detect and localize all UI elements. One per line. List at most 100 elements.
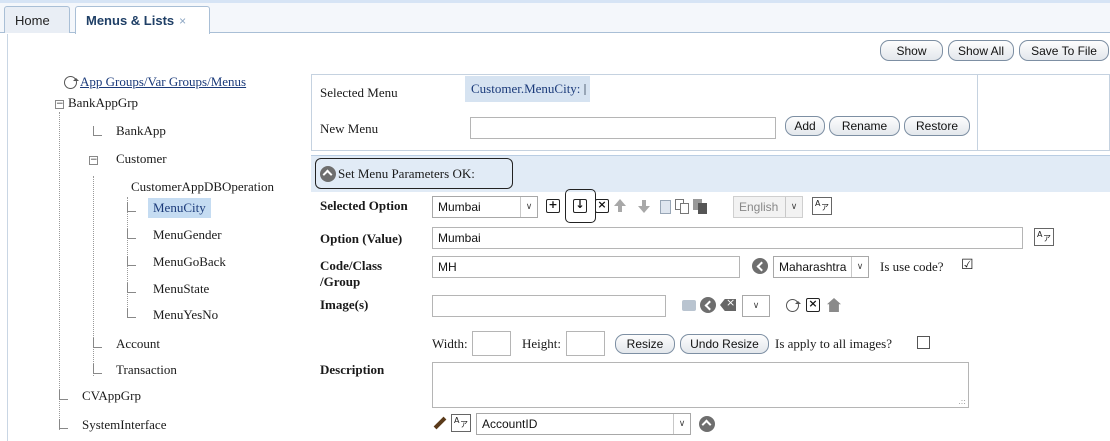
group-select[interactable]: Maharashtra ∨ xyxy=(773,256,869,278)
translate-icon[interactable]: Aア xyxy=(451,414,471,432)
height-input[interactable] xyxy=(566,331,605,356)
tree-connector xyxy=(127,283,136,293)
collapse-bankappgrp-icon[interactable]: − xyxy=(55,100,64,109)
chevron-down-icon: ∨ xyxy=(785,197,802,217)
images-label: Image(s) xyxy=(320,297,369,312)
tree-root-link[interactable]: App Groups/Var Groups/Menus xyxy=(80,74,246,90)
collapse-icon[interactable] xyxy=(699,416,715,432)
translate-icon[interactable]: Aア xyxy=(1034,228,1054,246)
tree-node-bankapp[interactable]: BankApp xyxy=(116,123,166,139)
description-textarea[interactable]: .:: xyxy=(432,362,969,408)
chevron-down-icon: ∨ xyxy=(520,197,537,217)
option-value-label: Option (Value) xyxy=(320,231,403,246)
tree-node-menu-gender[interactable]: MenuGender xyxy=(153,227,222,243)
refresh-icon[interactable] xyxy=(786,299,801,312)
field-select-value: AccountID xyxy=(482,417,538,431)
tree-node-system-interface[interactable]: SystemInterface xyxy=(82,417,166,433)
tree-node-bankappgrp[interactable]: BankAppGrp xyxy=(68,95,138,111)
tree-node-menu-yesno[interactable]: MenuYesNo xyxy=(153,307,218,323)
description-label: Description xyxy=(320,362,385,377)
tree-connector xyxy=(127,256,136,266)
move-up-icon[interactable] xyxy=(614,199,626,212)
add-option-icon[interactable]: + xyxy=(546,199,560,213)
resize-grip-icon[interactable]: .:: xyxy=(958,397,966,406)
new-menu-input[interactable] xyxy=(470,117,776,139)
paste-icon[interactable] xyxy=(693,199,707,214)
section-title-text: Set Menu Parameters xyxy=(338,165,450,181)
document-icon[interactable] xyxy=(584,83,587,95)
tab-home[interactable]: Home xyxy=(4,6,70,33)
back-arrow-icon[interactable] xyxy=(700,297,716,313)
code-class-label-line2: /Group xyxy=(320,274,361,289)
width-input[interactable] xyxy=(472,331,511,356)
translate-icon[interactable]: Aア xyxy=(812,197,832,215)
height-label: Height: xyxy=(522,336,561,351)
tree-node-transaction[interactable]: Transaction xyxy=(116,362,177,378)
close-tab-icon[interactable]: × xyxy=(179,14,186,28)
set-menu-parameters-header[interactable]: Set Menu Parameters OK: xyxy=(315,158,513,189)
pencil-icon[interactable] xyxy=(432,416,446,430)
document-icon[interactable] xyxy=(660,200,671,214)
copy-icon[interactable] xyxy=(675,199,689,214)
image-input[interactable] xyxy=(432,295,666,317)
tree-guide-line xyxy=(59,112,60,430)
tab-bar: Home Menus & Lists × xyxy=(0,3,1110,34)
collapse-section-icon[interactable] xyxy=(320,165,336,182)
section-status: OK: xyxy=(452,165,475,181)
new-menu-label: New Menu xyxy=(320,121,379,136)
tree-node-customer-db-operation[interactable]: CustomerAppDBOperation xyxy=(131,179,274,195)
tree-root[interactable]: App Groups/Var Groups/Menus xyxy=(64,74,246,90)
tree-node-menu-city[interactable]: MenuCity xyxy=(148,198,211,218)
back-arrow-icon[interactable] xyxy=(752,258,768,274)
resize-button[interactable]: Resize xyxy=(615,334,675,354)
refresh-icon[interactable] xyxy=(64,75,79,89)
tab-menus-lists-label: Menus & Lists xyxy=(86,13,175,28)
tree-node-customer[interactable]: Customer xyxy=(116,151,167,167)
selected-menu-text: Customer.MenuCity: xyxy=(471,81,581,96)
group-select-value: Maharashtra xyxy=(779,260,847,274)
image-select[interactable]: ∨ xyxy=(742,295,770,317)
apply-all-checkbox[interactable] xyxy=(917,336,930,349)
chevron-down-icon: ∨ xyxy=(851,257,868,277)
tree-connector xyxy=(127,202,136,212)
tab-menus-lists[interactable]: Menus & Lists × xyxy=(75,6,210,34)
show-all-button[interactable]: Show All xyxy=(948,40,1014,61)
move-down-icon[interactable] xyxy=(638,200,650,213)
is-use-code-checkbox[interactable]: ☑ xyxy=(961,257,974,273)
is-use-code-label: Is use code? xyxy=(880,259,944,274)
apply-all-label: Is apply to all images? xyxy=(775,336,892,351)
save-to-file-button[interactable]: Save To File xyxy=(1019,40,1109,61)
tree-connector xyxy=(59,419,68,429)
undo-resize-button[interactable]: Undo Resize xyxy=(680,334,769,354)
tree-node-menu-state[interactable]: MenuState xyxy=(153,281,209,297)
delete-option-icon[interactable]: × xyxy=(595,199,609,213)
width-label: Width: xyxy=(432,336,468,351)
language-select[interactable]: English ∨ xyxy=(733,196,803,218)
selected-option-select[interactable]: Mumbai ∨ xyxy=(432,196,538,218)
code-input[interactable]: MH xyxy=(432,256,740,278)
tree-connector xyxy=(127,308,136,318)
option-value-input[interactable]: Mumbai xyxy=(432,227,1023,249)
clear-icon[interactable]: × xyxy=(806,298,820,312)
selected-option-value: Mumbai xyxy=(438,200,481,214)
show-button[interactable]: Show xyxy=(880,40,943,61)
tooltip-icon[interactable] xyxy=(682,300,696,311)
restore-button[interactable]: Restore xyxy=(904,116,970,136)
tree-connector xyxy=(93,364,102,374)
tree-connector xyxy=(59,390,68,400)
tree-node-account[interactable]: Account xyxy=(116,336,160,352)
insert-option-icon[interactable]: ↓ xyxy=(573,199,587,213)
tree-node-menu-goback[interactable]: MenuGoBack xyxy=(153,254,226,270)
field-select[interactable]: AccountID ∨ xyxy=(476,413,691,435)
tree-node-cvappgrp[interactable]: CVAppGrp xyxy=(82,388,141,404)
selected-menu-label: Selected Menu xyxy=(320,85,398,100)
rename-button[interactable]: Rename xyxy=(829,116,900,136)
tree-connector xyxy=(127,229,136,239)
add-button[interactable]: Add xyxy=(785,116,825,136)
collapse-customer-icon[interactable]: − xyxy=(89,156,98,165)
language-value: English xyxy=(739,200,779,214)
selected-menu-value: Customer.MenuCity: xyxy=(465,76,590,102)
selected-option-label: Selected Option xyxy=(320,198,408,213)
tree-connector xyxy=(93,126,102,136)
chevron-down-icon: ∨ xyxy=(673,414,690,434)
